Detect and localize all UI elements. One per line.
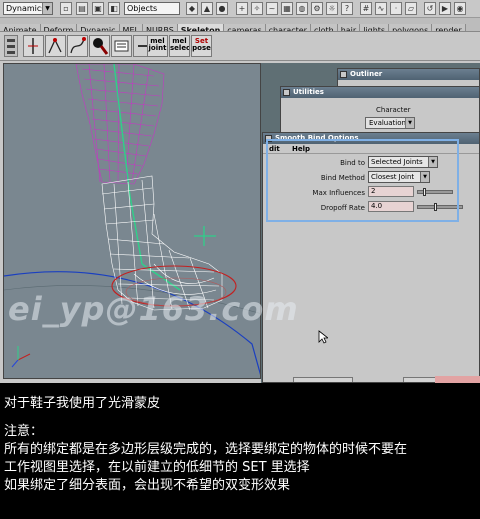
utilities-title-bar[interactable]: Utilities [281,87,479,98]
locator-cross[interactable] [194,226,216,246]
paint-weights-button[interactable] [89,35,110,57]
utilities-title: Utilities [293,88,324,96]
tab-character[interactable]: character [265,24,311,31]
mouse-cursor-icon [318,330,328,344]
maya-window: Dynamics ▼ ▫ ▤ ▣ ◧ Objects ◆ ▲ ● + ✧ ~ ▦… [0,0,480,383]
tab-lights[interactable]: lights [360,24,390,31]
window-menu-icon[interactable] [340,71,347,78]
insert-joint-button[interactable] [111,35,132,57]
chevron-down-icon: ▼ [405,118,414,128]
history-icon[interactable]: ↺ [424,2,436,15]
select-by-joint-icon[interactable]: ✧ [251,2,263,15]
options-highlight-box [266,139,459,222]
scene-wireframe [4,64,260,376]
tab-deform[interactable]: Deform [40,24,78,31]
outliner-title-bar[interactable]: Outliner [338,69,479,80]
tab-cloth[interactable]: cloth [310,24,338,31]
mel-select-button[interactable]: melselect [169,35,190,57]
evaluation-label: Evaluation [369,119,406,127]
mel-joint-button[interactable]: mel joint [147,35,168,57]
select-by-surface-icon[interactable]: ▦ [281,2,293,15]
window-menu-icon[interactable] [283,89,290,96]
component-mode-icon[interactable]: ● [216,2,228,15]
select-by-dynamic-icon[interactable]: ⚙ [311,2,323,15]
tab-skeleton[interactable]: Skeleton [177,24,225,31]
snap-curve-icon[interactable]: ∿ [375,2,387,15]
save-scene-icon[interactable]: ▣ [92,2,104,15]
status-line: Dynamics ▼ ▫ ▤ ▣ ◧ Objects ◆ ▲ ● + ✧ ~ ▦… [0,0,480,18]
caption-line-5: 如果绑定了细分表面，会出现不希望的双变形效果 [4,478,291,493]
ipr-icon[interactable]: ◉ [454,2,466,15]
tab-animate[interactable]: Animate [0,24,41,31]
tab-cameras[interactable]: cameras [224,24,266,31]
outliner-title: Outliner [350,70,383,78]
chevron-down-icon: ▼ [42,3,52,14]
shelf: meljoint melselect Setpose [0,33,480,61]
menu-set-label: Dynamics [6,4,46,13]
shelf-menu-icon[interactable] [4,35,18,57]
tab-mel[interactable]: MEL [119,24,143,31]
caption-line-2: 注意： [4,424,44,439]
caption-panel: 对于鞋子我使用了光滑蒙皮 注意： 所有的绑定都是在多边形层级完成的，选择要绑定的… [0,383,480,519]
evaluation-dropdown[interactable]: Evaluation ▼ [365,117,415,129]
joint-tool-button[interactable] [23,35,44,57]
tab-render[interactable]: render [432,24,466,31]
caption-line-1: 对于鞋子我使用了光滑蒙皮 [4,396,161,411]
open-scene-icon[interactable]: ▤ [76,2,88,15]
new-scene-icon[interactable]: ▫ [60,2,72,15]
render-icon[interactable]: ▶ [439,2,451,15]
caption-line-4: 工作视图里选择，在以前建立的低细节的 SET 里选择 [4,460,310,475]
snap-grid-icon[interactable]: # [360,2,372,15]
ik-spline-button[interactable] [67,35,88,57]
menu-set-dropdown[interactable]: Dynamics ▼ [3,2,53,15]
select-by-curve-icon[interactable]: ~ [266,2,278,15]
selection-mask-label: Objects [127,4,158,13]
ik-handle-button[interactable] [45,35,66,57]
selection-mask-dropdown[interactable]: Objects [124,2,180,15]
tab-dynamic[interactable]: Dynamic [77,24,120,31]
caption-line-3: 所有的绑定都是在多边形层级完成的，选择要绑定的物体的时候不要在 [4,442,408,457]
select-by-handle-icon[interactable]: + [236,2,248,15]
snap-point-icon[interactable]: · [390,2,402,15]
set-pose-button[interactable]: Set pose [191,35,212,57]
tab-polygons[interactable]: polygons [389,24,433,31]
select-mode-icon[interactable]: ◧ [108,2,120,15]
perspective-viewport[interactable] [3,63,261,379]
select-by-misc-icon[interactable]: ? [341,2,353,15]
object-mode-icon[interactable]: ▲ [201,2,213,15]
axis-indicator [11,346,31,368]
snap-plane-icon[interactable]: ▱ [405,2,417,15]
hierarchy-mode-icon[interactable]: ◆ [186,2,198,15]
select-by-render-icon[interactable]: ☼ [326,2,338,15]
select-by-deform-icon[interactable]: ◍ [296,2,308,15]
leg-mesh [75,64,165,185]
time-slider-marker [435,376,480,383]
shelf-tabs: Animate Deform Dynamic MEL NURBS Skeleton came… [0,18,480,32]
tab-nurbs[interactable]: NURBS [142,24,178,31]
watermark: ei_yp@163.com [8,290,299,328]
tab-hair[interactable]: hair [337,24,361,31]
character-label: Character [376,106,411,114]
